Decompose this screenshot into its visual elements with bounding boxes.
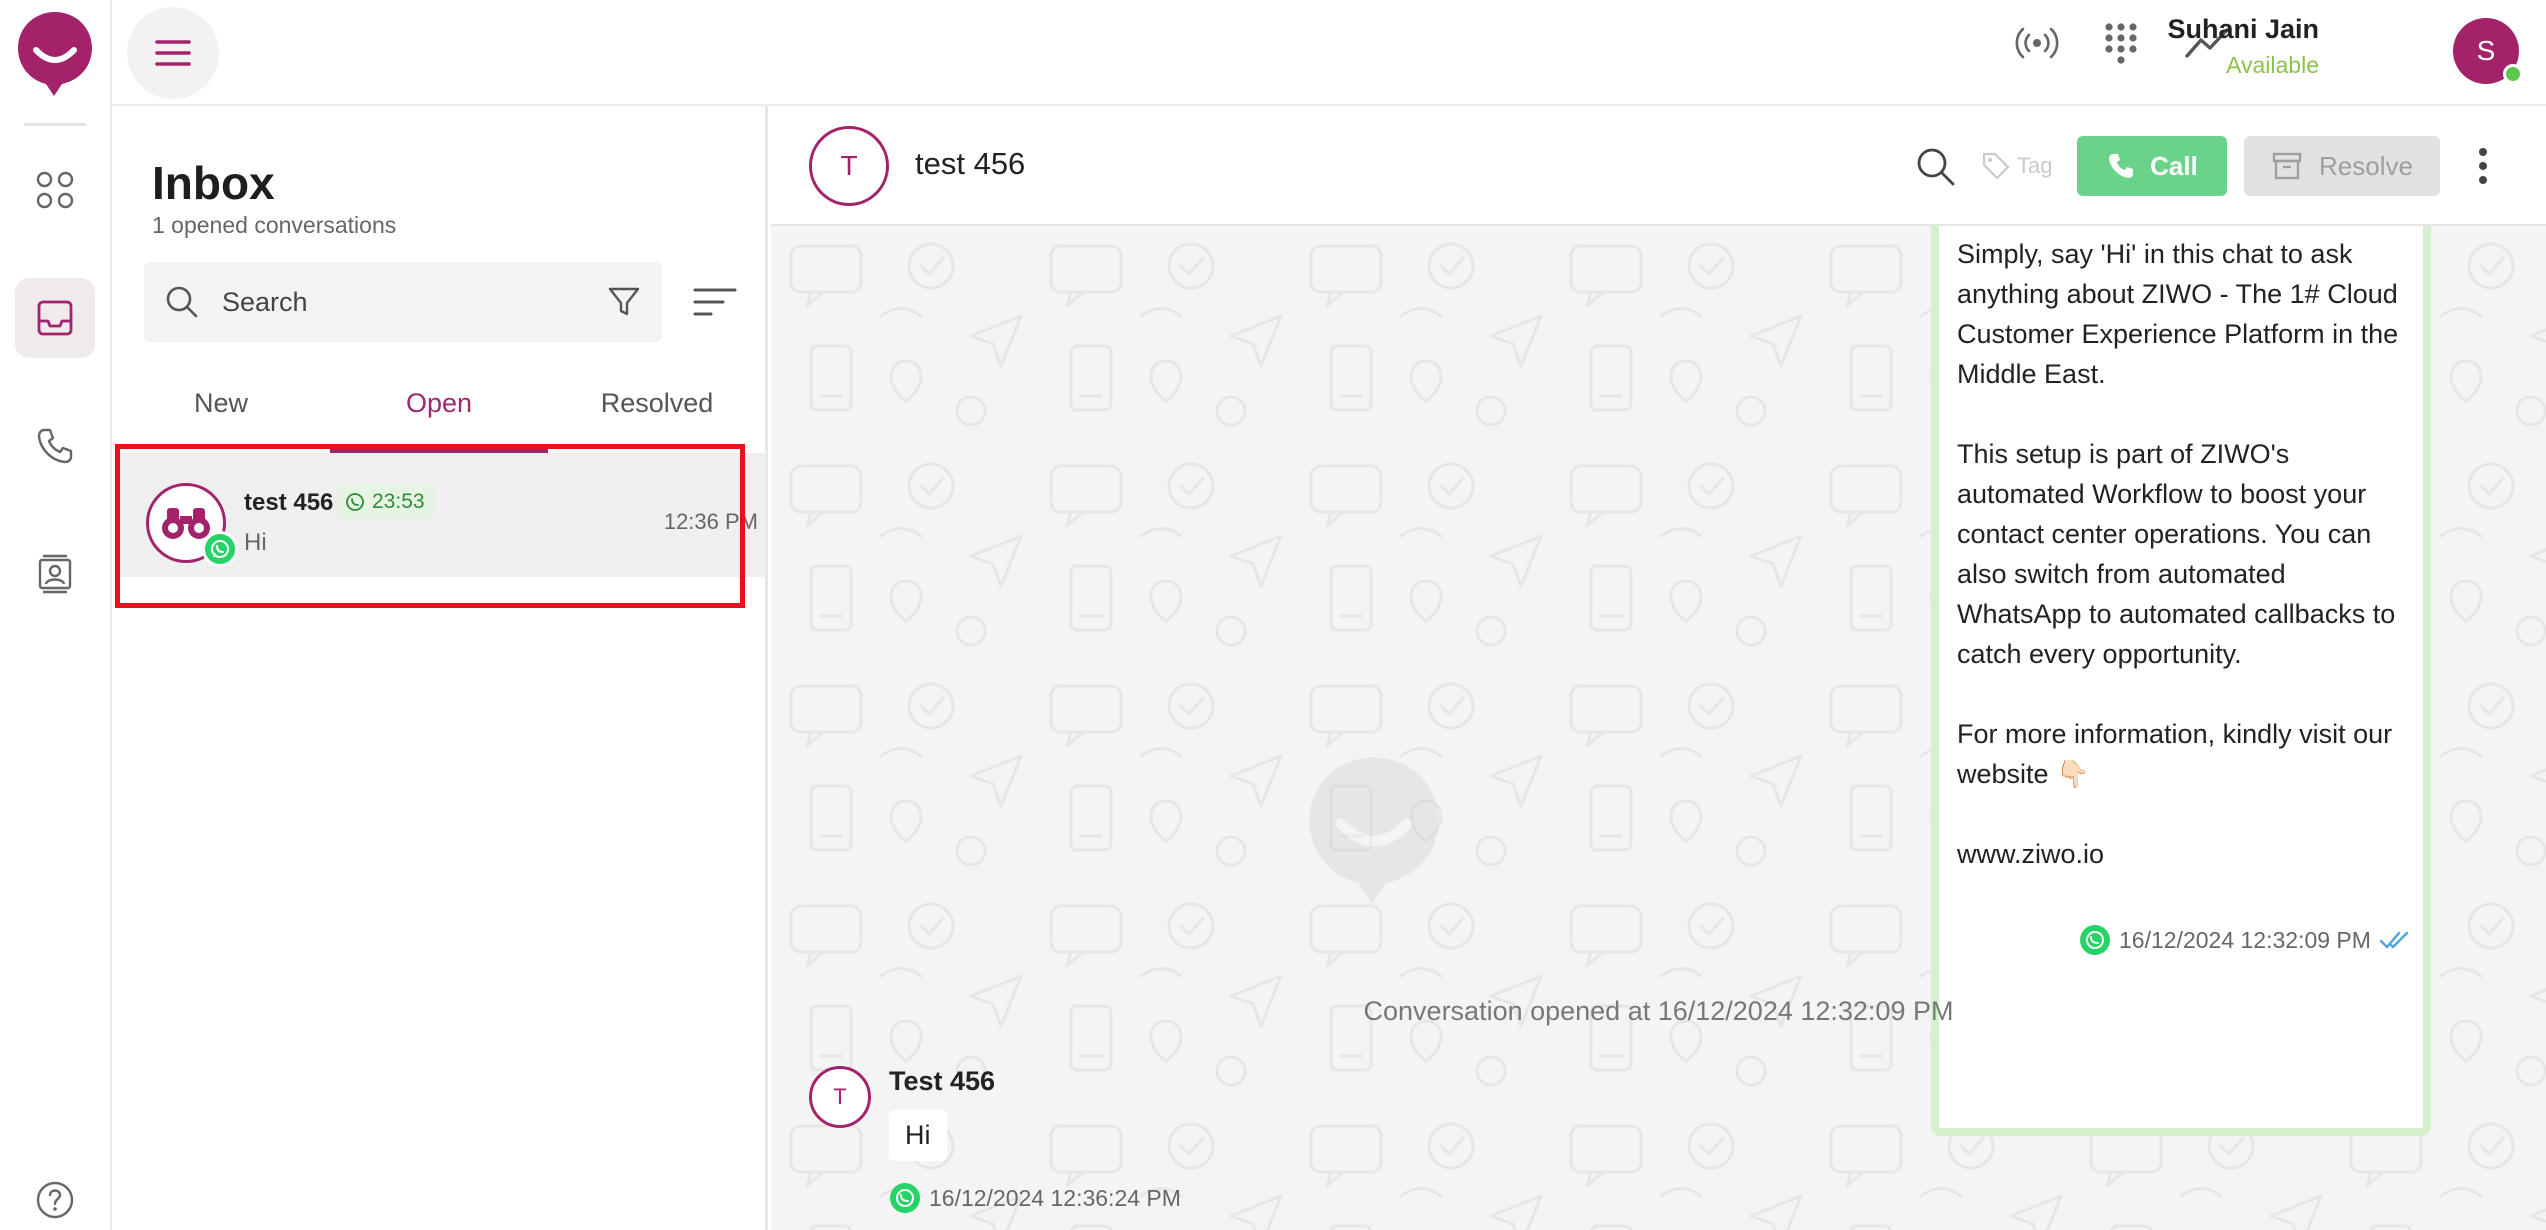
message-paragraph: This setup is part of ZIWO's automated W… xyxy=(1957,439,2396,669)
conversation-item[interactable]: test 456 23:53 Hi 12:36 PM xyxy=(116,453,766,577)
filter-icon[interactable] xyxy=(606,284,642,320)
online-status-dot xyxy=(2503,64,2523,84)
incoming-meta: 16/12/2024 12:36:24 PM xyxy=(889,1180,1181,1216)
incoming-timestamp: 16/12/2024 12:36:24 PM xyxy=(929,1184,1181,1211)
apps-button[interactable] xyxy=(15,150,95,230)
incoming-message: Hi xyxy=(889,1110,947,1161)
sort-icon[interactable] xyxy=(692,282,738,322)
message-link[interactable]: www.ziwo.io xyxy=(1957,834,2417,874)
chat-contact-avatar: T xyxy=(809,126,889,206)
conversation-name: test 456 xyxy=(244,489,334,516)
system-message: Conversation opened at 16/12/2024 12:32:… xyxy=(1363,996,1954,1026)
menu-button[interactable] xyxy=(127,7,219,99)
chat-body: Simply, say 'Hi' in this chat to ask any… xyxy=(771,226,2546,1230)
whatsapp-icon xyxy=(346,493,364,511)
dialpad-icon xyxy=(2105,23,2137,64)
apps-icon xyxy=(36,171,74,209)
broadcast-icon xyxy=(2015,27,2059,59)
chat-contact-name: test 456 xyxy=(915,146,1026,181)
whatsapp-icon xyxy=(2080,925,2110,955)
top-bar: Suhani Jain Available S xyxy=(112,0,2546,106)
double-check-icon xyxy=(2379,931,2409,949)
tab-new[interactable]: New xyxy=(112,368,330,438)
call-label: Call xyxy=(2150,150,2198,181)
archive-icon xyxy=(2272,152,2302,180)
conversation-tabs: New Open Resolved xyxy=(112,368,768,438)
phone-icon xyxy=(37,428,73,464)
left-rail xyxy=(0,0,112,1230)
help-button[interactable] xyxy=(15,1160,95,1230)
sender-avatar: T xyxy=(809,1066,871,1128)
more-options-icon[interactable] xyxy=(2471,140,2495,192)
conversation-preview: Hi xyxy=(244,529,267,556)
phone-nav-button[interactable] xyxy=(15,406,95,486)
phone-icon xyxy=(2109,154,2134,178)
outgoing-timestamp: 16/12/2024 12:32:09 PM xyxy=(2119,926,2371,953)
rail-divider xyxy=(24,123,86,126)
ziwo-logo[interactable] xyxy=(16,10,94,96)
tag-icon xyxy=(1982,152,2010,180)
whatsapp-icon xyxy=(890,1183,920,1213)
resolve-label: Resolve xyxy=(2319,150,2413,181)
dialpad-button[interactable] xyxy=(2098,20,2144,71)
user-status: Available xyxy=(2226,52,2319,78)
tab-open[interactable]: Open xyxy=(330,368,548,438)
app-root: Suhani Jain Available S Inbox 1 opened c… xyxy=(0,0,2546,1230)
inbox-subtitle: 1 opened conversations xyxy=(152,212,397,238)
tag-button[interactable]: Tag xyxy=(1981,146,2052,186)
message-paragraph: For more information, kindly visit our w… xyxy=(1957,719,2393,789)
inbox-icon xyxy=(37,300,73,336)
timer-value: 23:53 xyxy=(372,490,425,513)
resolve-button[interactable]: Resolve xyxy=(2244,136,2440,196)
inbox-nav-button[interactable] xyxy=(15,278,95,358)
tab-resolved[interactable]: Resolved xyxy=(548,368,766,438)
contacts-nav-button[interactable] xyxy=(15,534,95,614)
broadcast-button[interactable] xyxy=(2014,20,2060,71)
whatsapp-icon xyxy=(202,531,238,567)
help-icon xyxy=(36,1181,74,1219)
conversation-time: 12:36 PM xyxy=(663,509,758,534)
conversation-timer: 23:53 xyxy=(338,485,435,519)
search-icon xyxy=(166,286,198,318)
hamburger-icon xyxy=(155,40,191,66)
contacts-icon xyxy=(38,554,72,594)
search-input[interactable] xyxy=(222,280,582,324)
user-name: Suhani Jain xyxy=(2167,14,2319,44)
inbox-title: Inbox xyxy=(152,157,275,209)
chat-search-icon[interactable] xyxy=(1913,144,1957,188)
outgoing-meta: 16/12/2024 12:32:09 PM xyxy=(2079,922,2413,958)
call-button[interactable]: Call xyxy=(2077,136,2227,196)
sender-name: Test 456 xyxy=(889,1066,996,1096)
tag-label: Tag xyxy=(2017,153,2053,178)
chat-header: T test 456 Tag Call Resolve xyxy=(771,106,2546,226)
search-box xyxy=(144,262,662,342)
message-paragraph: Simply, say 'Hi' in this chat to ask any… xyxy=(1957,239,2399,389)
watermark-logo xyxy=(1309,757,1439,904)
inbox-panel: Inbox 1 opened conversations New Open Re… xyxy=(112,106,768,1230)
